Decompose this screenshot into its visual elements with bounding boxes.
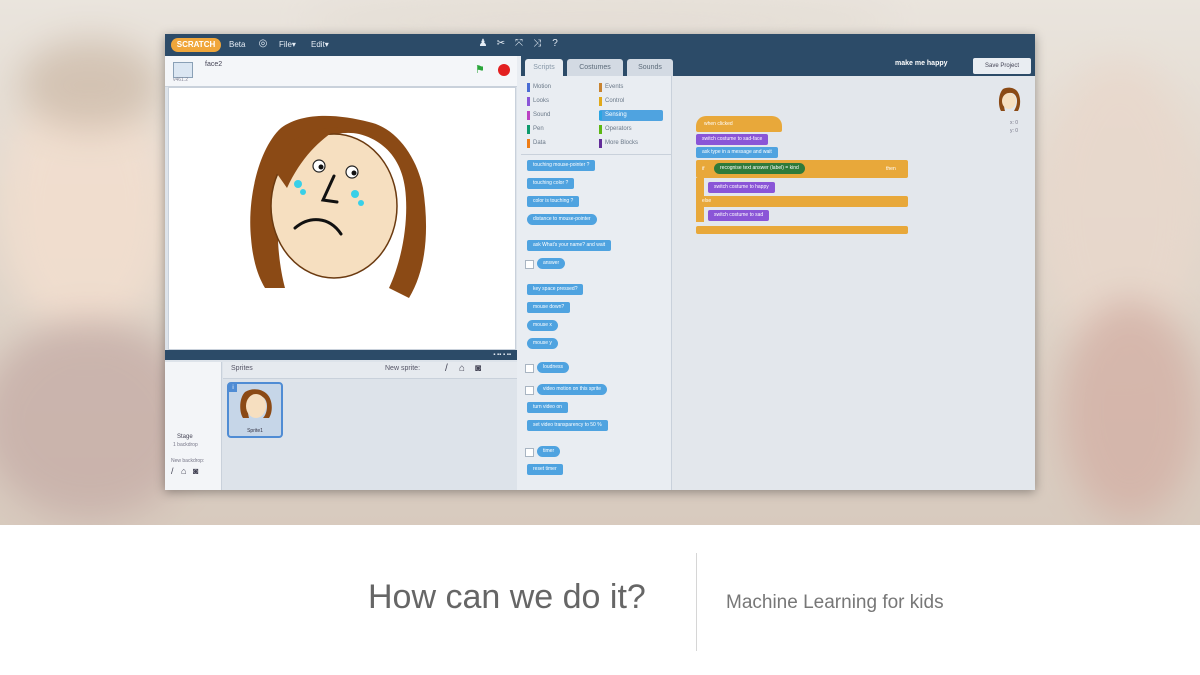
switch-costume-sad-block[interactable]: switch costume to sad — [708, 210, 770, 221]
category-sensing[interactable]: Sensing — [599, 110, 663, 121]
slide-subtitle: Machine Learning for kids — [726, 592, 944, 613]
category-looks[interactable]: Looks — [527, 96, 549, 107]
category-operators[interactable]: Operators — [599, 124, 632, 135]
category-events[interactable]: Events — [599, 82, 623, 93]
block-distance-to[interactable]: distance to mouse-pointer — [527, 214, 597, 225]
else-bar: else — [696, 196, 908, 207]
block-turn-video-on[interactable]: turn video on — [527, 402, 568, 413]
help-icon[interactable]: ? — [549, 38, 561, 50]
sprites-title: Sprites — [231, 365, 253, 372]
current-sprite-icon — [998, 87, 1021, 111]
if-else-end — [696, 226, 908, 234]
green-flag-icon[interactable]: ⚑ — [475, 64, 487, 76]
category-list: Motion Looks Sound Pen Data Events Contr… — [521, 76, 671, 155]
save-project-button[interactable]: Save Project — [973, 58, 1031, 74]
menubar: SCRATCH Beta ◎ File▾ Edit▾ ♟ ✂ ⤧ ⤨ ? — [165, 34, 1035, 56]
globe-icon[interactable]: ◎ — [257, 38, 269, 50]
stage-header: face2 v461.2 ⚑ — [165, 56, 517, 87]
info-icon[interactable]: i — [229, 384, 237, 392]
backdrop-count: 1 backdrop — [173, 442, 198, 448]
if-label: if — [702, 166, 705, 172]
presentation-mode-icon[interactable] — [173, 62, 193, 78]
language-menu[interactable]: Beta — [229, 39, 245, 51]
tab-costumes[interactable]: Costumes — [567, 59, 623, 76]
block-mouse-down[interactable]: mouse down? — [527, 302, 571, 313]
else-label: else — [702, 198, 712, 204]
scratch-editor-window: SCRATCH Beta ◎ File▾ Edit▾ ♟ ✂ ⤧ ⤨ ? fac… — [165, 34, 1035, 490]
tab-sounds[interactable]: Sounds — [627, 59, 673, 76]
if-else-block[interactable]: if recognise text answer (label) = kind … — [696, 160, 908, 178]
block-key-pressed[interactable]: key space pressed? — [527, 284, 584, 295]
block-touching-color[interactable]: touching color ? — [527, 178, 575, 189]
stage-canvas[interactable] — [168, 87, 516, 350]
ask-block[interactable]: ask type in a message and wait — [696, 147, 778, 158]
camera-icon[interactable]: ◙ — [193, 466, 198, 476]
switch-costume-happy-block[interactable]: switch costume to happy — [708, 182, 775, 193]
sprite-name: face2 — [205, 61, 223, 68]
scissors-icon[interactable]: ✂ — [495, 38, 507, 50]
stop-icon[interactable] — [498, 64, 510, 76]
category-sound[interactable]: Sound — [527, 110, 550, 121]
block-answer[interactable]: answer — [537, 258, 566, 269]
category-motion[interactable]: Motion — [527, 82, 551, 93]
project-title[interactable]: make me happy — [895, 60, 948, 67]
slide-title: How can we do it? — [368, 578, 646, 616]
sprites-header: Sprites New sprite: / ⌂ ◙ — [223, 362, 517, 379]
block-mouse-y[interactable]: mouse y — [527, 338, 558, 349]
paint-brush-icon[interactable]: / — [171, 466, 174, 476]
block-set-video-transparency[interactable]: set video transparency to 50 % — [527, 420, 608, 431]
tab-scripts[interactable]: Scripts — [525, 59, 563, 76]
file-menu[interactable]: File▾ — [279, 39, 296, 51]
block-timer[interactable]: timer — [537, 446, 561, 457]
answer-checkbox[interactable] — [525, 260, 534, 269]
camera-icon[interactable]: ◙ — [475, 363, 481, 375]
then-label: then — [886, 166, 896, 172]
sprite-card[interactable]: i Sprite1 — [227, 382, 283, 438]
video-motion-checkbox[interactable] — [525, 386, 534, 395]
paint-brush-icon[interactable]: / — [445, 363, 448, 375]
sad-face-drawing — [250, 115, 427, 298]
block-color-touching[interactable]: color is touching ? — [527, 196, 580, 207]
category-data[interactable]: Data — [527, 138, 546, 149]
category-more-blocks[interactable]: More Blocks — [599, 138, 638, 149]
block-loudness[interactable]: loudness — [537, 362, 570, 373]
folder-icon[interactable]: ⌂ — [459, 363, 465, 375]
new-backdrop-label: New backdrop: — [171, 458, 205, 464]
stage-label: Stage — [177, 434, 193, 440]
when-flag-clicked-block[interactable]: when clicked — [696, 116, 782, 132]
block-touching[interactable]: touching mouse-pointer ? — [527, 160, 596, 171]
block-video-motion[interactable]: video motion on this sprite — [537, 384, 608, 395]
block-mouse-x[interactable]: mouse x — [527, 320, 558, 331]
scratch-logo[interactable]: SCRATCH — [171, 38, 221, 52]
sprite-x-readout: x: 0 — [1009, 120, 1018, 126]
version-label: v461.2 — [173, 77, 189, 83]
stage-toolbar-icons: ▪ ▪▪ ▪ ▪▪ — [493, 352, 511, 358]
timer-checkbox[interactable] — [525, 448, 534, 457]
recognise-text-block[interactable]: recognise text answer (label) = kind — [714, 163, 805, 174]
sprite-card-label: Sprite1 — [247, 428, 263, 434]
stage-status-bar: ▪ ▪▪ ▪ ▪▪ — [165, 350, 517, 360]
grow-icon[interactable]: ⤧ — [513, 38, 525, 50]
person-icon[interactable]: ♟ — [477, 38, 489, 50]
switch-costume-block[interactable]: switch costume to sad-face — [696, 134, 769, 145]
category-pen[interactable]: Pen — [527, 124, 544, 135]
edit-menu[interactable]: Edit▾ — [311, 39, 329, 51]
new-sprite-label: New sprite: — [385, 365, 421, 372]
stage-panel: face2 v461.2 ⚑ ▪ ▪▪ ▪ ▪▪ Stage 1 backdro… — [165, 56, 517, 490]
category-control[interactable]: Control — [599, 96, 624, 107]
shrink-icon[interactable]: ⤨ — [531, 38, 543, 50]
folder-icon[interactable]: ⌂ — [181, 466, 186, 476]
stage-thumbnail-area[interactable]: Stage 1 backdrop New backdrop: / ⌂ ◙ — [165, 362, 222, 490]
block-reset-timer[interactable]: reset timer — [527, 464, 563, 475]
block-ask-and-wait[interactable]: ask What's your name? and wait — [527, 240, 612, 251]
sprite-y-readout: y: 0 — [1009, 128, 1018, 134]
tabs-bar: Scripts Costumes Sounds — [521, 56, 1035, 76]
script-area[interactable]: when clicked switch costume to sad-face … — [671, 76, 1035, 490]
block-palette: Motion Looks Sound Pen Data Events Contr… — [521, 76, 671, 490]
loudness-checkbox[interactable] — [525, 364, 534, 373]
caption-divider — [696, 553, 697, 651]
